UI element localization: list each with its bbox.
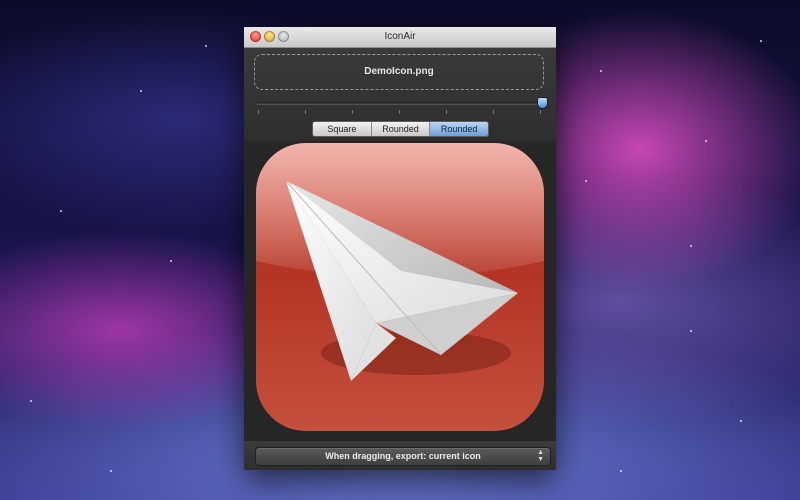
- source-filename: DemoIcon.png: [364, 66, 434, 77]
- star: [690, 330, 692, 332]
- title-bar[interactable]: IconAir: [244, 27, 556, 48]
- slider-tick: [305, 110, 306, 114]
- icon-preview-area: [244, 141, 556, 441]
- style-option-rounded[interactable]: Rounded: [370, 122, 430, 136]
- paper-plane-icon[interactable]: [256, 143, 544, 431]
- slider-tick: [399, 110, 400, 114]
- icon-drop-zone[interactable]: DemoIcon.png: [254, 54, 544, 90]
- style-option-rounded-glass[interactable]: Rounded Glass: [429, 122, 488, 136]
- star: [110, 470, 112, 472]
- star: [205, 45, 207, 47]
- popup-arrows-icon: ▲ ▼: [537, 449, 544, 463]
- slider-tick: [540, 110, 541, 114]
- controls-panel: DemoIcon.png Square Rounded Rounded Glas…: [244, 48, 556, 141]
- star: [600, 70, 602, 72]
- slider-tick: [446, 110, 447, 114]
- icon-style-segmented-control: Square Rounded Rounded Glass: [312, 121, 489, 137]
- star: [140, 90, 142, 92]
- export-mode-label: When dragging, export: current icon: [325, 451, 481, 461]
- star: [760, 40, 762, 42]
- slider-tick: [493, 110, 494, 114]
- size-slider-track[interactable]: [256, 102, 542, 105]
- star: [170, 260, 172, 262]
- star: [705, 140, 707, 142]
- slider-tick: [352, 110, 353, 114]
- window-title: IconAir: [384, 31, 416, 42]
- style-option-square[interactable]: Square: [313, 122, 371, 136]
- star: [585, 180, 587, 182]
- export-mode-popup[interactable]: When dragging, export: current icon ▲ ▼: [255, 447, 551, 466]
- iconair-window: IconAir DemoIcon.png Square Rounded Roun…: [244, 27, 556, 470]
- bottom-bar: When dragging, export: current icon ▲ ▼: [244, 441, 556, 470]
- star: [690, 245, 692, 247]
- size-slider-thumb[interactable]: [537, 98, 547, 108]
- star: [620, 470, 622, 472]
- star: [60, 210, 62, 212]
- slider-tick: [258, 110, 259, 114]
- star: [740, 420, 742, 422]
- star: [30, 400, 32, 402]
